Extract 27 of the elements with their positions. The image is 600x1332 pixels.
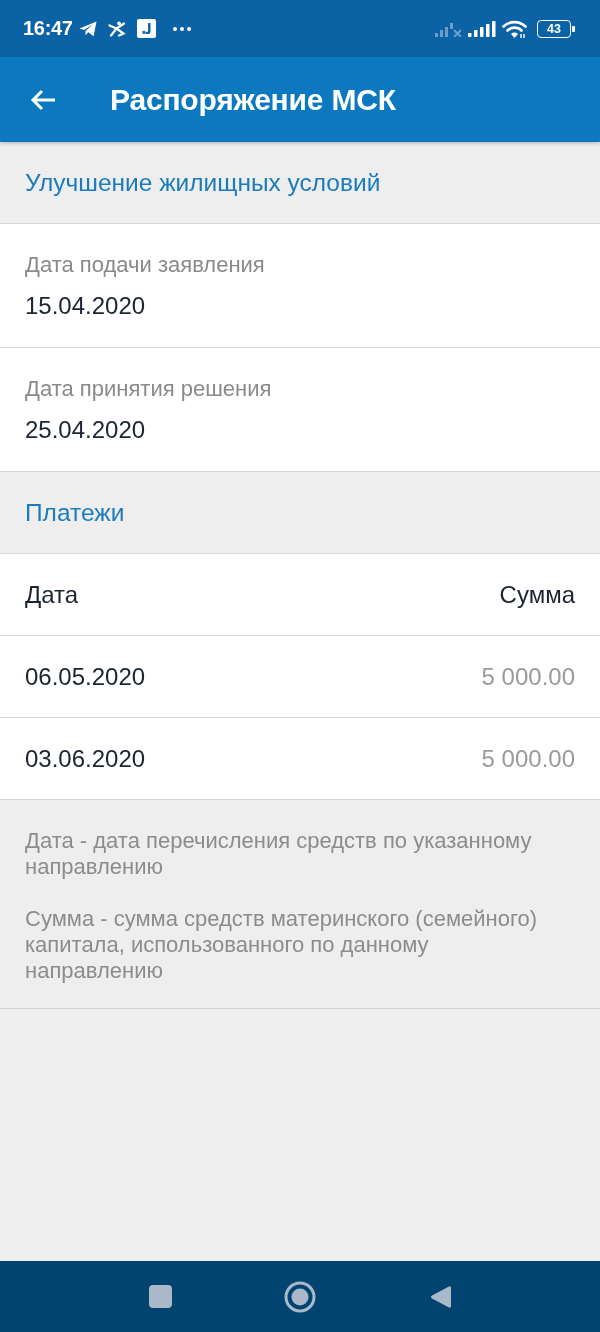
home-icon[interactable] xyxy=(284,1280,316,1313)
field-value: 15.04.2020 xyxy=(25,291,146,321)
figure-icon xyxy=(107,20,126,37)
table-cell: 5 000.00 xyxy=(481,662,575,691)
signal-off-icon xyxy=(435,20,462,37)
signal-icon xyxy=(468,20,496,37)
footnote-text: Дата - дата перечисления средств по указанному направлению xyxy=(25,828,533,880)
column-header: Сумма xyxy=(499,580,575,609)
column-header: Дата xyxy=(25,580,79,609)
screen-title: Распоряжение МСК xyxy=(110,82,396,117)
field-label: Дата подачи заявления xyxy=(25,251,265,279)
battery-percentage: 43 xyxy=(537,19,571,38)
footnote-text: Сумма - сумма средств материнского (семейного) капитала, использованного по данному направлению xyxy=(25,906,539,984)
square-icon[interactable] xyxy=(148,1285,172,1308)
clock-time: 16:47 xyxy=(23,17,73,40)
field-label: Дата принятия решения xyxy=(25,375,272,403)
battery-tip-icon xyxy=(572,25,575,32)
table-cell: 06.05.2020 xyxy=(25,662,146,691)
more-dots-icon xyxy=(172,26,191,31)
field-value: 25.04.2020 xyxy=(25,415,146,445)
app-tile-icon xyxy=(136,19,156,38)
back-icon[interactable] xyxy=(429,1284,451,1309)
paper-plane-icon xyxy=(78,20,97,37)
table-cell: 03.06.2020 xyxy=(25,744,146,773)
wifi-icon xyxy=(502,19,527,38)
arrow-left-icon xyxy=(30,88,56,111)
table-cell: 5 000.00 xyxy=(481,744,575,773)
